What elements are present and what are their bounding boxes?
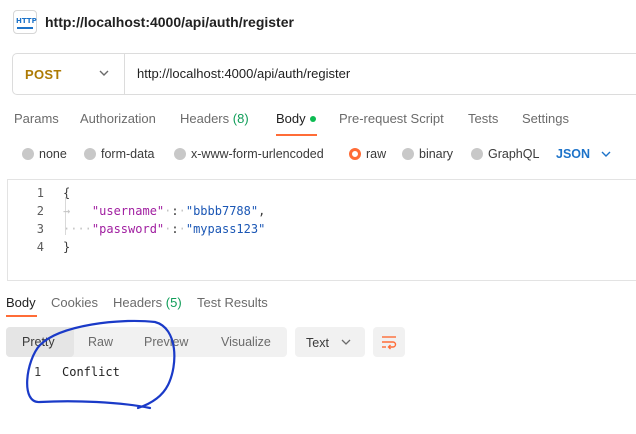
mode-pretty[interactable]: Pretty [22,335,55,349]
tab-body-label: Body [276,111,306,126]
radio-x-www-form-urlencoded[interactable] [174,148,186,160]
body-type-options: none form-data x-www-form-urlencoded raw… [0,144,636,166]
response-tab-headers[interactable]: Headers (5) [113,295,182,310]
title-bar: HTTP http://localhost:4000/api/auth/regi… [0,0,636,44]
response-text: Conflict [62,365,120,379]
radio-form-data-label[interactable]: form-data [101,147,155,161]
line-number: 1 [36,186,44,200]
tab-headers[interactable]: Headers (8) [180,111,249,126]
tab-headers-label: Headers [180,111,230,126]
mode-visualize[interactable]: Visualize [221,335,271,349]
code-close-brace: } [63,240,71,254]
radio-binary-label[interactable]: binary [419,147,453,161]
radio-raw-label[interactable]: raw [366,147,386,161]
http-icon: HTTP [13,10,37,34]
response-tab-headers-label: Headers [113,295,163,310]
url-bar: POST http://localhost:4000/api/auth/regi… [12,53,636,95]
response-format-label: Text [306,336,329,350]
line-number: 4 [36,240,44,254]
radio-graphql[interactable] [471,148,483,160]
mode-preview[interactable]: Preview [144,335,188,349]
code-open-brace: { [63,186,71,200]
response-tab-headers-count: (5) [165,295,182,310]
tab-pre-request-script[interactable]: Pre-request Script [339,111,444,126]
response-tab-cookies[interactable]: Cookies [51,295,98,310]
response-view-modes: Pretty Raw Preview Visualize [6,327,287,357]
radio-graphql-label[interactable]: GraphQL [488,147,539,161]
url-input[interactable]: http://localhost:4000/api/auth/register [137,66,350,81]
code-line-password: ····"password"·:·"mypass123" [63,222,266,236]
radio-none[interactable] [22,148,34,160]
radio-binary[interactable] [402,148,414,160]
response-tab-body[interactable]: Body [6,295,36,310]
code-line-username: → "username"·:·"bbbb7788", [63,204,266,218]
tab-settings[interactable]: Settings [522,111,569,126]
json-key: "username" [91,204,165,218]
json-value: "bbbb7788" [185,204,259,218]
wrap-lines-icon [382,336,397,350]
tab-body[interactable]: Body [276,111,316,126]
tab-params[interactable]: Params [14,111,59,126]
request-body-editor[interactable]: 1 2 3 4 { → "username"·:·"bbbb7788", ···… [7,179,636,281]
radio-raw[interactable] [349,148,361,160]
active-response-tab-indicator [6,315,37,317]
json-key: "password" [91,222,165,236]
raw-format-select[interactable]: JSON [556,147,590,161]
response-format-select[interactable]: Text [295,327,365,357]
request-title[interactable]: http://localhost:4000/api/auth/register [45,14,294,30]
tab-tests[interactable]: Tests [468,111,498,126]
radio-none-label[interactable]: none [39,147,67,161]
response-tab-test-results[interactable]: Test Results [197,295,268,310]
method-select[interactable]: POST [13,54,125,94]
request-tabs: Params Authorization Headers (8) Body Pr… [0,106,636,136]
radio-form-data[interactable] [84,148,96,160]
method-label: POST [25,67,62,82]
mode-raw[interactable]: Raw [88,335,113,349]
line-number: 2 [36,204,44,218]
line-number: 3 [36,222,44,236]
response-tabs: Body Cookies Headers (5) Test Results [0,293,636,317]
http-icon-text: HTTP [16,17,37,25]
chevron-down-icon [99,70,109,76]
chevron-down-icon[interactable] [600,148,612,160]
chevron-down-icon [341,339,351,345]
tab-authorization[interactable]: Authorization [80,111,156,126]
json-value: "mypass123" [185,222,266,236]
response-body-viewer[interactable]: 1 Conflict [0,362,636,382]
radio-x-www-form-urlencoded-label[interactable]: x-www-form-urlencoded [191,147,324,161]
active-tab-indicator [276,134,317,136]
wrap-lines-button[interactable] [373,327,405,357]
modified-dot-icon [309,115,316,122]
tab-headers-count: (8) [232,111,249,126]
line-number: 1 [34,365,42,379]
